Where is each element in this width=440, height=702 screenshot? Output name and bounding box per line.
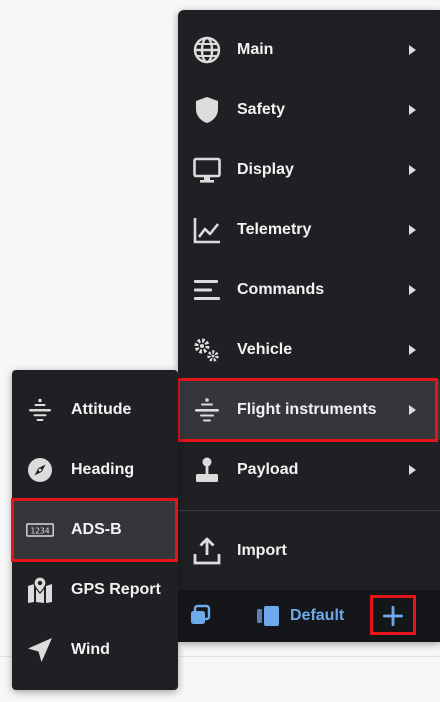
submenu-item-heading[interactable]: Heading: [12, 440, 178, 500]
widget-menu: Main Safety Display Telemetry Commands V…: [178, 10, 440, 642]
flight-instruments-submenu: Attitude Heading 1234 ADS-B GPS Report W…: [12, 370, 178, 690]
menu-item-label: Display: [237, 161, 294, 178]
globe-icon: [192, 35, 222, 65]
submenu-item-ads-b[interactable]: 1234 ADS-B: [12, 500, 178, 560]
menu-item-label: Main: [237, 41, 274, 58]
chevron-right-icon: [409, 345, 416, 355]
adsb-display-icon: 1234: [26, 516, 54, 544]
menu-item-payload[interactable]: Payload: [178, 440, 440, 500]
menu-item-safety[interactable]: Safety: [178, 80, 440, 140]
submenu-item-label: Heading: [71, 461, 135, 478]
chevron-right-icon: [409, 465, 416, 475]
panels-icon: [257, 606, 279, 626]
attitude-icon: [192, 395, 222, 425]
menu-item-label: Commands: [237, 281, 325, 298]
gears-icon: [192, 335, 222, 365]
layers-icon[interactable]: [188, 603, 212, 627]
chevron-right-icon: [409, 285, 416, 295]
submenu-item-attitude[interactable]: Attitude: [12, 380, 178, 440]
menu-item-main[interactable]: Main: [178, 20, 440, 80]
menu-item-vehicle[interactable]: Vehicle: [178, 320, 440, 380]
menu-item-telemetry[interactable]: Telemetry: [178, 200, 440, 260]
menu-item-commands[interactable]: Commands: [178, 260, 440, 320]
chevron-right-icon: [409, 225, 416, 235]
menu-item-display[interactable]: Display: [178, 140, 440, 200]
map-pin-icon: [26, 576, 54, 604]
menu-item-label: Safety: [237, 101, 286, 118]
submenu-item-gps-report[interactable]: GPS Report: [12, 560, 178, 620]
menu-footer: Default: [178, 590, 440, 642]
chevron-right-icon: [409, 405, 416, 415]
menu-item-label: Payload: [237, 461, 299, 478]
profile-selector[interactable]: Default: [256, 604, 344, 628]
menu-item-label: Import: [237, 542, 287, 559]
menu-item-label: Flight instruments: [237, 401, 377, 418]
submenu-item-label: Wind: [71, 641, 110, 658]
plus-icon: [383, 606, 403, 626]
menu-item-flight-instruments[interactable]: Flight instruments: [178, 380, 440, 440]
adsb-display-text: 1234: [30, 526, 49, 535]
submenu-item-label: ADS-B: [71, 521, 122, 538]
submenu-item-label: GPS Report: [71, 581, 161, 598]
upload-icon: [192, 536, 222, 566]
profile-label: Default: [290, 607, 345, 624]
submenu-item-wind[interactable]: Wind: [12, 620, 178, 680]
menu-item-label: Telemetry: [237, 221, 312, 238]
menu-item-import[interactable]: Import: [178, 521, 440, 581]
chevron-right-icon: [409, 105, 416, 115]
chart-line-icon: [192, 215, 222, 245]
lines-icon: [192, 275, 222, 305]
compass-icon: [26, 456, 54, 484]
menu-item-label: Vehicle: [237, 341, 293, 358]
chevron-right-icon: [409, 165, 416, 175]
add-widget-button[interactable]: [372, 598, 414, 634]
joystick-icon: [192, 455, 222, 485]
attitude-icon: [26, 396, 54, 424]
submenu-item-label: Attitude: [71, 401, 132, 418]
monitor-icon: [192, 155, 222, 185]
navigation-arrow-icon: [26, 636, 54, 664]
shield-icon: [192, 95, 222, 125]
chevron-right-icon: [409, 45, 416, 55]
menu-divider: [178, 510, 440, 511]
